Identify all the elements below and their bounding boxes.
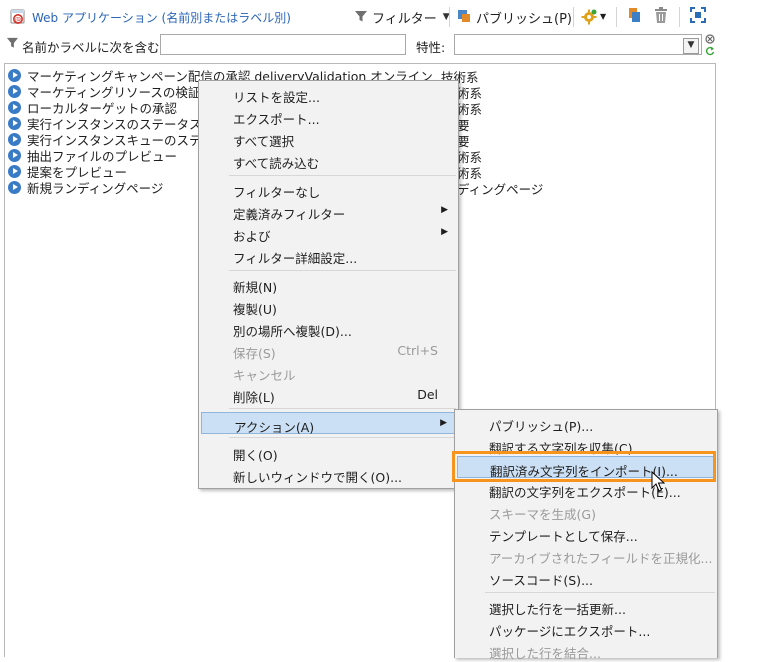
- context-menu: リストを設定... エクスポート... すべて選択 すべて読み込む フィルターな…: [198, 80, 459, 489]
- toolbar-divider: [616, 6, 618, 27]
- menu-item-no-filter[interactable]: フィルターなし: [201, 178, 456, 200]
- submenu-arrow-icon: ▶: [441, 205, 448, 215]
- submenu-item-publish[interactable]: パブリッシュ(P)...: [457, 412, 715, 434]
- menu-item-load-all[interactable]: すべて読み込む: [201, 149, 456, 171]
- menu-item-export[interactable]: エクスポート...: [201, 105, 456, 127]
- menu-item-save[interactable]: 保存(S) Ctrl+S: [201, 339, 456, 361]
- gear-icon[interactable]: ▼: [580, 8, 606, 26]
- menu-item-new[interactable]: 新規(N): [201, 273, 456, 295]
- webapp-icon: [8, 68, 21, 82]
- filter-button[interactable]: フィルター ▼: [354, 6, 450, 28]
- menu-item-predefined-filters[interactable]: 定義済みフィルター ▶: [201, 200, 456, 222]
- highlight-frame: [452, 451, 716, 482]
- submenu-item-normalize-archived[interactable]: アーカイブされたフィールドを正規化...: [457, 544, 715, 566]
- mouse-cursor-icon: [651, 470, 666, 493]
- item-category: ディングページ: [457, 182, 544, 197]
- toolbar-divider: [573, 7, 574, 27]
- funnel-icon: [354, 9, 368, 26]
- webapp-icon: [8, 84, 21, 98]
- action-submenu: パブリッシュ(P)... 翻訳する文字列を収集(C)... 翻訳済み文字列をイン…: [454, 409, 718, 661]
- menu-item-configure-list[interactable]: リストを設定...: [201, 83, 456, 105]
- menu-item-duplicate-elsewhere[interactable]: 別の場所へ複製(D)...: [201, 317, 456, 339]
- attribute-select[interactable]: ▼: [454, 34, 702, 55]
- svg-text:@: @: [15, 16, 22, 24]
- refresh-icon[interactable]: [705, 45, 715, 59]
- send-icon[interactable]: [627, 6, 643, 27]
- menu-separator: [229, 437, 456, 438]
- menu-item-advanced-filter[interactable]: フィルター詳細設定...: [201, 244, 456, 266]
- webapp-icon: [8, 100, 21, 114]
- menu-item-open[interactable]: 開く(O): [201, 441, 456, 463]
- toolbar: @ Web アプリケーション (名前別またはラベル別) フィルター ▼ パブリッ…: [0, 0, 767, 32]
- submenu-item-save-as-template[interactable]: テンプレートとして保存...: [457, 522, 715, 544]
- webapp-icon: [8, 180, 21, 194]
- submenu-item-mass-update[interactable]: 選択した行を一括更新...: [457, 595, 715, 617]
- chevron-down-icon: ▼: [600, 12, 607, 21]
- submenu-item-source-code[interactable]: ソースコード(S)...: [457, 566, 715, 588]
- trash-icon[interactable]: [653, 6, 669, 27]
- attribute-label: 特性:: [416, 40, 446, 55]
- publish-button[interactable]: パブリッシュ(P): [456, 6, 572, 28]
- webapp-icon: [8, 116, 21, 130]
- submenu-arrow-icon: ▶: [441, 227, 448, 237]
- name-filter-label: 名前かラベルに次を含む:: [22, 40, 164, 55]
- chevron-down-icon[interactable]: ▼: [683, 38, 699, 54]
- submenu-item-generate-schema[interactable]: スキーマを生成(G): [457, 500, 715, 522]
- toolbar-divider: [679, 6, 681, 27]
- app-icon: @: [10, 9, 26, 25]
- menu-item-cancel[interactable]: キャンセル: [201, 361, 456, 383]
- submenu-item-export-package[interactable]: パッケージにエクスポート...: [457, 617, 715, 639]
- toolbar-icons: ▼: [580, 6, 707, 27]
- menu-separator: [229, 408, 456, 409]
- item-name: 新規ランディングページ: [27, 180, 164, 196]
- publish-button-label: パブリッシュ(P): [476, 11, 572, 27]
- webapp-icon: [8, 164, 21, 178]
- menu-item-and[interactable]: および ▶: [201, 222, 456, 244]
- menu-item-select-all[interactable]: すべて選択: [201, 127, 456, 149]
- name-filter-input[interactable]: [160, 34, 406, 55]
- app-title: Web アプリケーション (名前別またはラベル別): [32, 11, 291, 25]
- submenu-item-merge-rows[interactable]: 選択した行を結合...: [457, 639, 715, 661]
- filter-button-label: フィルター: [372, 11, 437, 27]
- funnel-icon: [6, 36, 19, 52]
- menu-separator: [485, 592, 715, 593]
- menu-item-delete[interactable]: 削除(L) Del: [201, 383, 456, 405]
- menu-item-actions[interactable]: アクション(A) ▶: [201, 412, 456, 435]
- toolbar-divider: [449, 7, 450, 27]
- webapp-icon: [8, 148, 21, 162]
- list-item[interactable]: 新規ランディングページ: [5, 179, 164, 196]
- menu-item-duplicate[interactable]: 複製(U): [201, 295, 456, 317]
- publish-icon: [456, 8, 472, 27]
- menu-item-open-new-window[interactable]: 新しいウィンドウで開く(O)...: [201, 463, 456, 485]
- menu-separator: [229, 175, 456, 176]
- webapp-icon: [8, 132, 21, 146]
- submenu-arrow-icon: ▶: [440, 418, 447, 428]
- menu-separator: [229, 270, 456, 271]
- fullscreen-icon[interactable]: [690, 7, 707, 26]
